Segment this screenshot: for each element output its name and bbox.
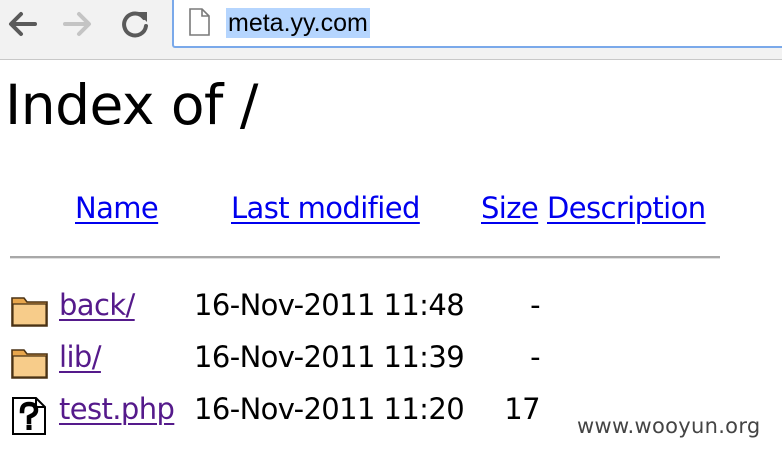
address-bar[interactable]: meta.yy.com [172,0,782,48]
entry-link-back[interactable]: back/ [59,286,135,324]
entry-date: 16-Nov-2011 11:48 [194,288,465,322]
page-title: Index of / [5,73,258,137]
browser-toolbar: meta.yy.com [0,0,782,60]
sort-by-description-link[interactable]: Description [547,190,706,226]
sort-by-name-link[interactable]: Name [75,190,159,226]
folder-icon [11,297,48,327]
back-button[interactable] [6,7,40,41]
reload-button[interactable] [118,7,152,41]
forward-button[interactable] [60,7,94,41]
arrow-right-icon [63,12,91,36]
entry-date: 16-Nov-2011 11:20 [194,392,465,426]
entry-link-test-php[interactable]: test.php [59,390,175,428]
arrow-left-icon [9,12,37,36]
sort-by-size-link[interactable]: Size [481,190,539,226]
entry-date: 16-Nov-2011 11:39 [194,340,465,374]
listing-row: lib/ 16-Nov-2011 11:39 - [0,338,782,390]
entry-link-lib[interactable]: lib/ [59,338,102,376]
reload-icon [122,11,148,38]
unknown-file-icon [12,397,46,435]
entry-size: - [530,288,540,322]
header-divider [10,256,720,259]
address-text[interactable]: meta.yy.com [226,8,370,38]
folder-icon [11,349,48,379]
entry-size: - [530,340,540,374]
entry-size: 17 [504,392,540,426]
watermark: www.wooyun.org [577,413,761,439]
document-icon [189,8,210,36]
sort-by-last-modified-link[interactable]: Last modified [231,190,420,226]
listing-row: back/ 16-Nov-2011 11:48 - [0,286,782,338]
